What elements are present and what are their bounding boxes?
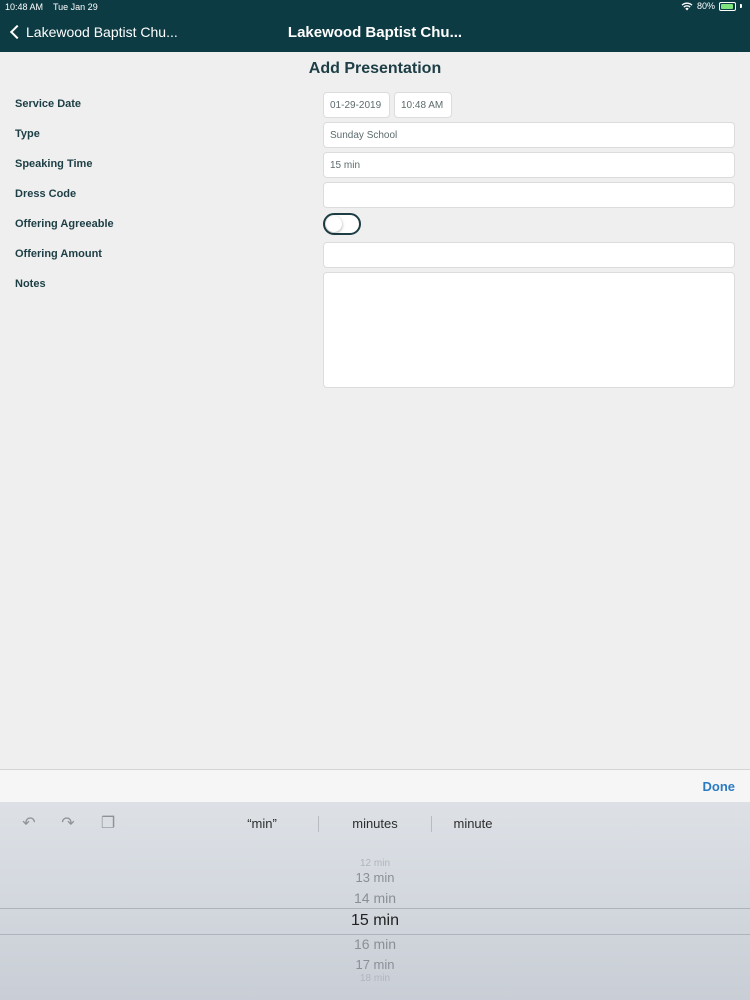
status-date: Tue Jan 29 [53,2,98,12]
nav-title: Lakewood Baptist Chu... [287,24,463,41]
toggle-knob [326,216,342,232]
wifi-icon [681,2,693,10]
dress-code-label: Dress Code [15,188,77,200]
speaking-time-label: Speaking Time [15,158,93,170]
offering-amount-field[interactable] [323,242,735,268]
redo-icon[interactable]: ↷ [59,816,77,832]
suggestion-3[interactable]: minute [418,816,528,831]
status-bar: 10:48 AM Tue Jan 29 80% [0,0,750,14]
status-time: 10:48 AM [5,2,44,12]
picker-item[interactable]: 13 min [0,870,750,885]
service-date-field[interactable]: 01-29-2019 [323,92,390,118]
battery-tip [740,4,742,8]
keyboard-accessory-bar: Done [0,769,750,802]
offering-amount-label: Offering Amount [15,248,102,260]
type-field[interactable]: Sunday School [323,122,735,148]
speaking-time-field[interactable]: 15 min [323,152,735,178]
battery-icon [719,1,736,11]
dress-code-field[interactable] [323,182,735,208]
picker-selection-line [0,908,750,909]
nav-header: 10:48 AM Tue Jan 29 80% Lakewood Baptist… [0,0,750,52]
undo-icon[interactable]: ↶ [20,816,38,832]
picker-item[interactable]: 12 min [0,858,750,866]
done-button[interactable]: Done [703,779,736,794]
notes-label: Notes [15,278,46,290]
battery-percent: 80% [696,1,715,11]
picker-keyboard: ↶ ↷ ❐ “min” minutes minute 12 min 13 min… [0,802,750,1000]
suggestion-2[interactable]: minutes [320,816,430,831]
suggestion-divider [318,816,319,832]
picker-selection-line [0,934,750,935]
status-indicators: 80% [681,1,742,11]
suggestion-1[interactable]: “min” [207,816,317,831]
type-label: Type [15,128,40,140]
service-date-label: Service Date [15,98,82,110]
offering-agreeable-label: Offering Agreeable [15,218,114,230]
picker-item-selected[interactable]: 15 min [0,912,750,930]
service-time-field[interactable]: 10:48 AM [394,92,452,118]
picker-item[interactable]: 18 min [0,973,750,981]
page-title: Add Presentation [308,60,442,77]
offering-agreeable-toggle[interactable] [323,213,361,235]
picker-item[interactable]: 14 min [0,890,750,906]
picker-item[interactable]: 16 min [0,936,750,952]
paste-icon[interactable]: ❐ [99,816,117,832]
notes-field[interactable] [323,272,735,388]
picker-item[interactable]: 17 min [0,957,750,972]
